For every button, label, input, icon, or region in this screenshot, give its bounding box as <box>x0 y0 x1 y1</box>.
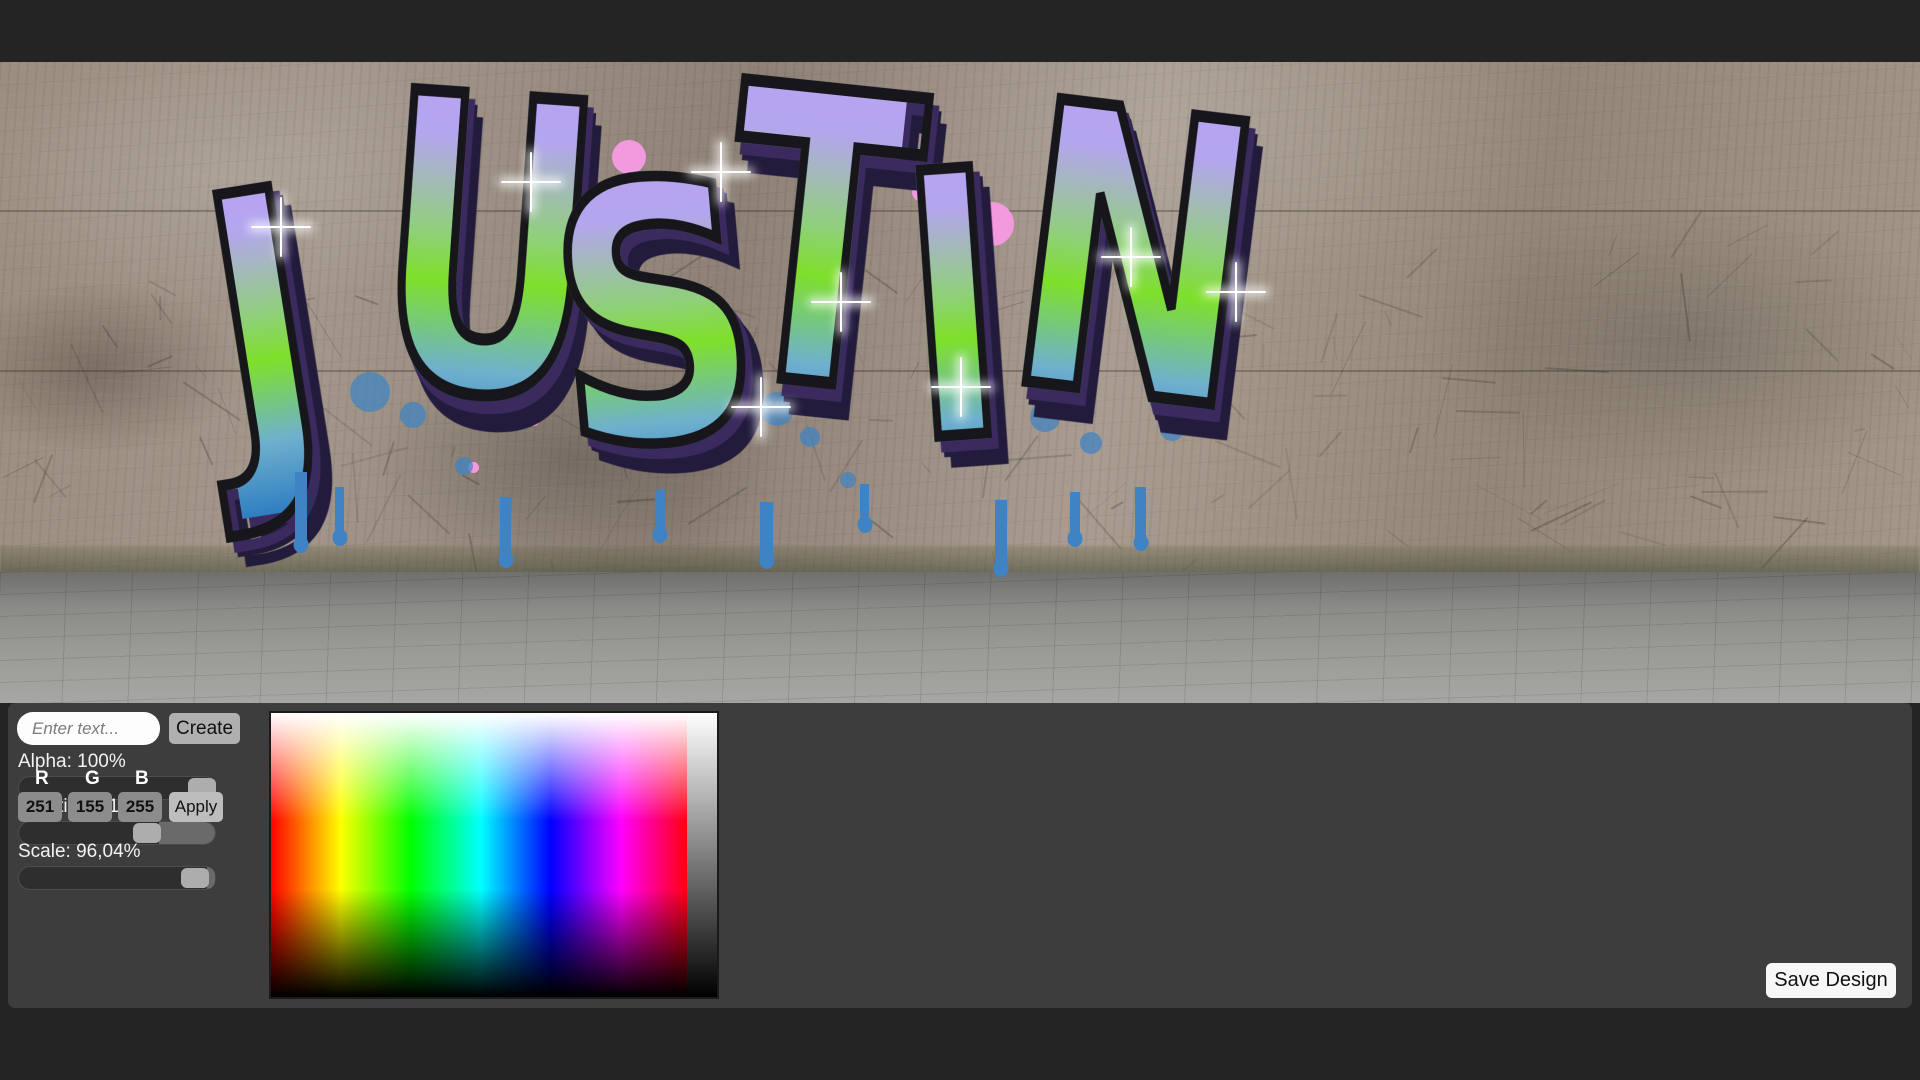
paint-drip <box>500 497 511 559</box>
paint-drip <box>860 484 869 524</box>
paint-drip <box>1135 487 1146 542</box>
color-picker-grayscale[interactable] <box>687 713 717 997</box>
control-panel: Create Alpha: 100%Rotation: 11%Scale: 96… <box>8 703 1912 1008</box>
graffiti-letter-6[interactable]: N <box>993 62 1253 465</box>
paint-drip <box>1070 492 1080 538</box>
sparkle-icon <box>1235 262 1237 322</box>
rgb-header-g: G <box>85 768 100 790</box>
sparkle-icon <box>760 377 762 437</box>
color-picker[interactable] <box>269 711 719 999</box>
left-controls: Create Alpha: 100%Rotation: 11%Scale: 96… <box>13 708 263 1003</box>
paint-drip <box>295 472 307 544</box>
paint-drip <box>760 502 773 560</box>
rgb-value-b[interactable]: 255 <box>118 792 162 822</box>
artwork-canvas[interactable]: J U S T I N <box>0 62 1920 703</box>
slider-label-scale: Scale: 96,04% <box>18 841 141 863</box>
graffiti-letter-5[interactable]: I <box>892 125 993 495</box>
sparkle-icon <box>280 197 282 257</box>
create-row: Create <box>17 712 240 745</box>
paint-drip <box>995 500 1007 568</box>
paint-spatter-pink <box>970 202 1014 246</box>
slider-handle-rotation[interactable] <box>133 823 161 843</box>
slider-scale[interactable] <box>18 866 216 890</box>
slider-track-remainder <box>159 822 215 844</box>
graffiti-letter-4[interactable]: T <box>707 62 912 450</box>
sparkle-icon <box>530 152 532 212</box>
rgb-header-r: R <box>35 768 49 790</box>
sparkle-icon <box>1130 227 1132 287</box>
sparkle-icon <box>840 272 842 332</box>
app-root: J U S T I N Create Alpha: 100%Rotation: … <box>0 0 1920 1080</box>
slider-handle-scale[interactable] <box>181 868 209 888</box>
pavement <box>0 572 1920 703</box>
pavement-tiles <box>0 572 1920 703</box>
paint-drip <box>335 487 344 537</box>
rgb-value-g[interactable]: 155 <box>68 792 112 822</box>
color-picker-gradient[interactable] <box>271 713 691 997</box>
save-design-button[interactable]: Save Design <box>1766 963 1896 998</box>
paint-drip <box>655 490 665 534</box>
create-button[interactable]: Create <box>169 713 240 744</box>
graffiti-letter-1[interactable]: J <box>185 145 320 519</box>
text-input[interactable] <box>17 712 160 745</box>
apply-color-button[interactable]: Apply <box>169 792 223 822</box>
rgb-value-r[interactable]: 251 <box>18 792 62 822</box>
graffiti-artwork[interactable]: J U S T I N <box>200 72 1320 542</box>
top-bar <box>0 0 1920 62</box>
rgb-header-b: B <box>135 768 149 790</box>
sparkle-icon <box>960 357 962 417</box>
sparkle-icon <box>720 142 722 202</box>
